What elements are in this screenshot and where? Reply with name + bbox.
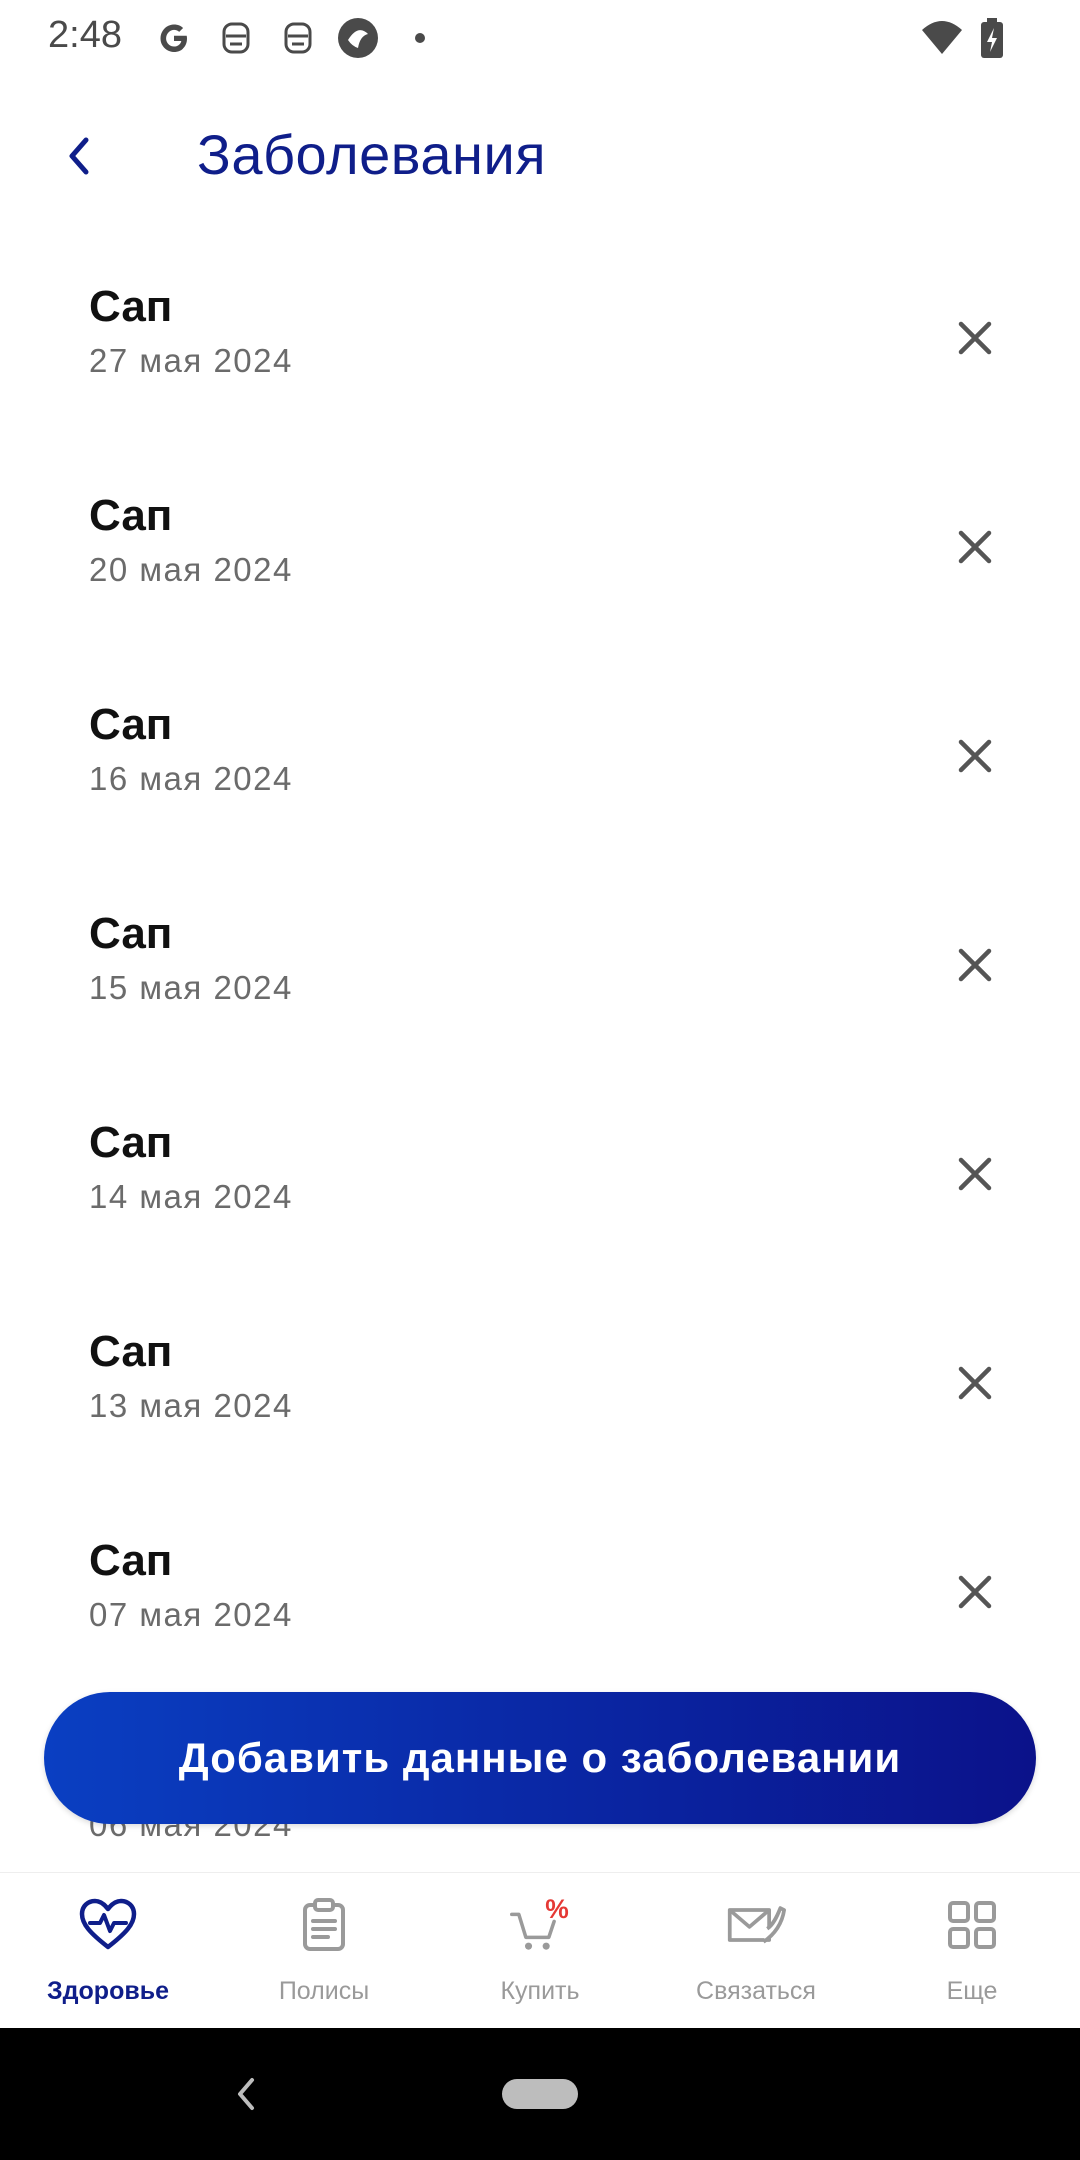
delete-button[interactable] [947, 937, 1003, 993]
svg-text:%: % [545, 1894, 569, 1924]
disease-name: Сап [89, 1536, 173, 1585]
close-icon [958, 1366, 992, 1400]
nav-label: Купить [500, 1977, 580, 2005]
disease-date: 15 мая 2024 [89, 969, 293, 1006]
delete-button[interactable] [947, 1564, 1003, 1620]
bottom-nav: Здоровье Полисы % Купить Связаться Еще [0, 1872, 1080, 2029]
list-item[interactable]: Сап 16 мая 2024 [0, 658, 1080, 867]
delete-button[interactable] [947, 310, 1003, 366]
status-bar: 2:48 [0, 0, 1080, 76]
delete-button[interactable] [947, 728, 1003, 784]
close-icon [958, 948, 992, 982]
chevron-left-icon [69, 137, 89, 175]
battery-charging-icon [970, 16, 1014, 60]
delete-button[interactable] [947, 1146, 1003, 1202]
list-item[interactable]: Сап 15 мая 2024 [0, 867, 1080, 1076]
disease-name: Сап [89, 282, 173, 331]
list-item[interactable]: Сап 07 мая 2024 [0, 1494, 1080, 1703]
delete-button[interactable] [947, 1355, 1003, 1411]
nav-item-health[interactable]: Здоровье [0, 1873, 216, 2029]
page-title: Заболевания [197, 123, 547, 186]
delete-button[interactable] [947, 519, 1003, 575]
disease-date: 20 мая 2024 [89, 551, 293, 588]
nav-item-policies[interactable]: Полисы [216, 1873, 432, 2029]
nav-item-buy[interactable]: % Купить [432, 1873, 648, 2029]
nav-label: Связаться [696, 1977, 816, 2005]
disease-date: 07 мая 2024 [89, 1596, 293, 1633]
disease-name: Сап [89, 909, 173, 958]
shield-app-icon [336, 16, 380, 60]
nav-item-contact[interactable]: Связаться [648, 1873, 864, 2029]
heart-pulse-icon [78, 1895, 138, 1955]
list-item[interactable]: Сап 13 мая 2024 [0, 1285, 1080, 1494]
system-back-button[interactable] [222, 2070, 270, 2118]
system-home-button[interactable] [502, 2079, 578, 2109]
nav-label: Здоровье [47, 1977, 169, 2005]
cart-percent-icon: % [510, 1894, 570, 1955]
close-icon [958, 1575, 992, 1609]
wifi-icon [920, 16, 964, 60]
disease-date: 14 мая 2024 [89, 1178, 293, 1215]
disease-date: 27 мая 2024 [89, 342, 293, 379]
bot-icon [214, 16, 258, 60]
list-item[interactable]: Сап 20 мая 2024 [0, 449, 1080, 658]
envelope-phone-icon [726, 1895, 786, 1955]
disease-name: Сап [89, 700, 173, 749]
nav-item-more[interactable]: Еще [864, 1873, 1080, 2029]
close-icon [958, 739, 992, 773]
clipboard-icon [294, 1895, 354, 1955]
disease-name: Сап [89, 1118, 173, 1167]
disease-name: Сап [89, 491, 173, 540]
nav-label: Полисы [278, 1977, 370, 2005]
close-icon [958, 1157, 992, 1191]
dot-icon [398, 16, 442, 60]
google-icon [152, 16, 196, 60]
status-time: 2:48 [48, 14, 122, 56]
bot-icon [276, 16, 320, 60]
list-item[interactable]: Сап 14 мая 2024 [0, 1076, 1080, 1285]
disease-name: Сап [89, 1327, 173, 1376]
add-disease-button[interactable]: Добавить данные о заболевании [44, 1692, 1036, 1824]
list-item[interactable]: Сап 27 мая 2024 [0, 240, 1080, 449]
disease-list: Сап 27 мая 2024 Сап 20 мая 2024 Сап 16 м… [0, 240, 1080, 1703]
disease-date: 13 мая 2024 [89, 1387, 293, 1424]
chevron-left-icon [238, 2078, 254, 2110]
close-icon [958, 321, 992, 355]
disease-date: 16 мая 2024 [89, 760, 293, 797]
back-button[interactable] [52, 128, 108, 184]
nav-label: Еще [946, 1977, 998, 2005]
close-icon [958, 530, 992, 564]
system-nav-bar [0, 2028, 1080, 2160]
grid-icon [942, 1895, 1002, 1955]
app-header: Заболевания [0, 110, 1080, 200]
